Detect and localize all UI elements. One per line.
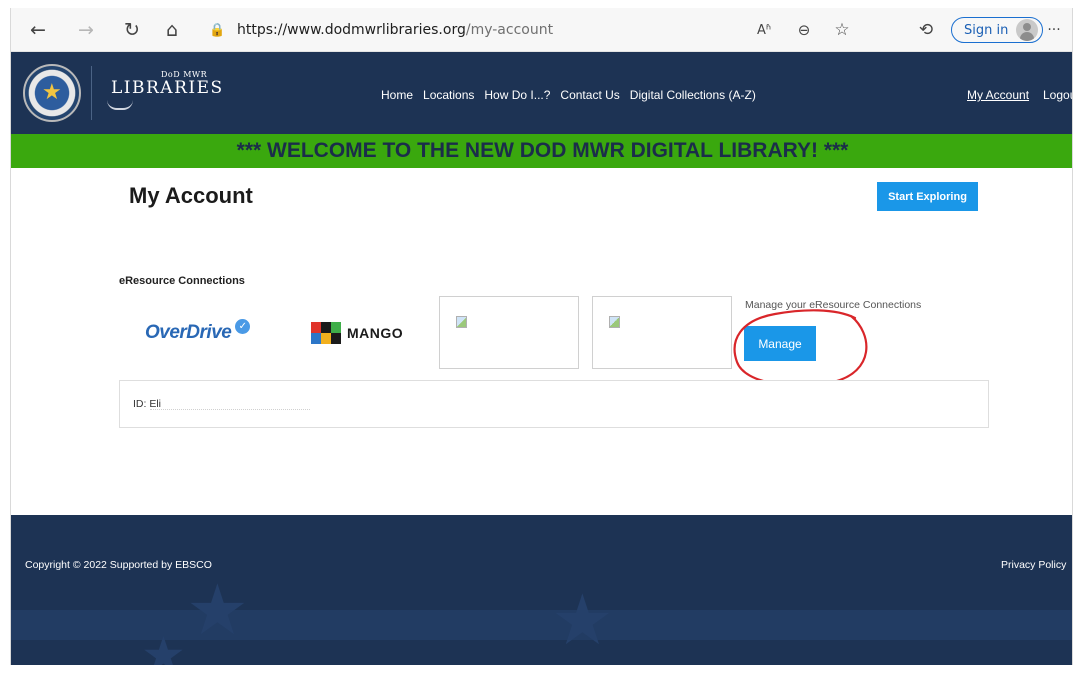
star-decoration-icon: ★ (551, 581, 614, 659)
my-account-link[interactable]: My Account (967, 88, 1029, 102)
read-aloud-icon[interactable]: Aʱ (751, 17, 777, 43)
start-exploring-button[interactable]: Start Exploring (877, 182, 978, 211)
resource-image-placeholder[interactable] (592, 296, 732, 369)
site-footer: ★ ★ ★ Copyright © 2022 Supported by EBSC… (11, 515, 1072, 665)
site-header: DoD MWR LIBRARIES Home Locations How Do … (11, 52, 1072, 144)
eresource-heading: eResource Connections (119, 275, 245, 287)
browser-window: ← → ↻ ⌂ 🔒 https://www.dodmwrlibraries.or… (10, 8, 1073, 665)
nav-how-do-i[interactable]: How Do I...? (484, 88, 550, 102)
privacy-policy-link[interactable]: Privacy Policy (1001, 559, 1066, 571)
history-icon[interactable]: ⟲ (913, 17, 939, 43)
welcome-banner: *** WELCOME TO THE NEW DOD MWR DIGITAL L… (11, 134, 1072, 168)
avatar (1016, 19, 1039, 41)
nav-contact-us[interactable]: Contact Us (560, 88, 619, 102)
libraries-logo[interactable]: LIBRARIES (111, 78, 224, 98)
mango-logo[interactable]: MANGO (311, 322, 403, 344)
broken-image-icon (456, 316, 467, 328)
back-arrow-icon[interactable]: ← (25, 17, 51, 43)
favorite-icon[interactable]: ☆ (829, 17, 855, 43)
resource-image-placeholder[interactable] (439, 296, 579, 369)
home-icon[interactable]: ⌂ (159, 17, 185, 43)
main-nav: Home Locations How Do I...? Contact Us D… (381, 88, 756, 102)
logo-wave-icon (107, 100, 133, 110)
page-title: My Account (129, 183, 253, 208)
url-path: /my-account (465, 22, 554, 38)
copyright-text: Copyright © 2022 Supported by EBSCO (25, 559, 212, 571)
overdrive-label: OverDrive (145, 322, 232, 343)
more-icon[interactable]: ··· (1041, 17, 1067, 43)
forward-arrow-icon[interactable]: → (73, 17, 99, 43)
broken-image-icon (609, 316, 620, 328)
star-decoration-icon: ★ (141, 627, 186, 665)
lock-icon: 🔒 (209, 23, 226, 38)
browser-toolbar: ← → ↻ ⌂ 🔒 https://www.dodmwrlibraries.or… (11, 8, 1072, 52)
url-host: https://www.dodmwrlibraries.org (237, 22, 466, 38)
sign-in-button[interactable]: Sign in (951, 17, 1044, 43)
nav-locations[interactable]: Locations (423, 88, 474, 102)
sign-in-label: Sign in (964, 22, 1009, 38)
refresh-icon[interactable]: ↻ (119, 17, 145, 43)
zoom-icon[interactable]: ⊖ (791, 17, 817, 43)
star-decoration-icon: ★ (186, 571, 249, 649)
manage-connections-text: Manage your eResource Connections (745, 299, 922, 311)
nav-home[interactable]: Home (381, 88, 413, 102)
overdrive-logo[interactable]: OverDrive ✓ (145, 318, 251, 344)
manage-button[interactable]: Manage (744, 326, 816, 361)
redacted-id (150, 409, 310, 410)
dod-seal-logo[interactable] (23, 64, 81, 122)
checkmark-badge-icon: ✓ (235, 318, 251, 334)
logout-link[interactable]: Logout (1043, 88, 1072, 102)
mango-label: MANGO (347, 325, 404, 341)
logo-divider (91, 66, 92, 120)
mango-mark-icon (311, 322, 341, 344)
nav-digital-collections[interactable]: Digital Collections (A-Z) (630, 88, 756, 102)
account-id-panel: ID: Eli (119, 380, 989, 428)
